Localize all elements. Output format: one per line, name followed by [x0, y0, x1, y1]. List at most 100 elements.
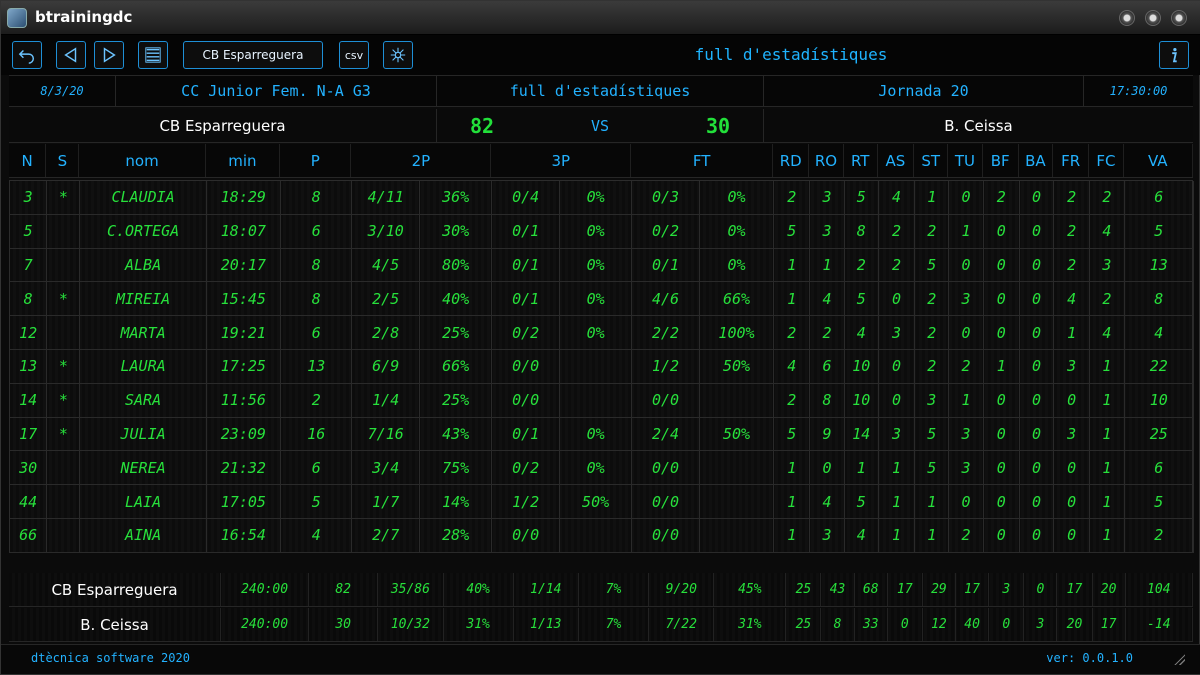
column-header-3p[interactable]: 3P — [491, 144, 632, 177]
table-row[interactable]: 13 * LAURA 17:25 13 6/9 66% 0/0 1/2 50% 4 6 10 0 2 2 1 0 3… — [10, 349, 1195, 384]
match-time: 17:30:00 — [1109, 84, 1168, 98]
table-cell: 8 — [281, 181, 353, 214]
totals-cell: 10/32 — [378, 608, 444, 641]
table-cell: 11:56 — [207, 383, 282, 417]
totals-cell: 0 — [989, 608, 1025, 641]
table-row[interactable]: 8 * MIREIA 15:45 8 2/5 40% 0/1 0% 4/6 66% 1 4 5 0 2 3 0 0 4… — [10, 282, 1195, 317]
column-header-st[interactable]: ST — [914, 144, 949, 177]
table-cell: 0 — [984, 451, 1020, 485]
totals-cell: 9/20 — [649, 573, 715, 606]
next-button[interactable] — [94, 41, 124, 69]
table-cell — [47, 316, 81, 349]
close-button[interactable] — [1171, 10, 1187, 26]
title-bar[interactable]: btrainingdc — [1, 1, 1200, 35]
table-cell: 1 — [879, 451, 916, 485]
player-stats-table[interactable]: 3 * CLAUDIA 18:29 8 4/11 36% 0/4 0% 0/3 0% 2 3 5 4 1 0 2 0… — [9, 180, 1195, 553]
table-cell: 0/0 — [632, 451, 700, 485]
column-header-as[interactable]: AS — [878, 144, 915, 177]
table-row[interactable]: 3 * CLAUDIA 18:29 8 4/11 36% 0/4 0% 0/3 0% 2 3 5 4 1 0 2 0… — [10, 181, 1195, 215]
totals-cell: 104 — [1126, 573, 1193, 606]
table-cell: 6 — [281, 451, 353, 485]
table-row[interactable]: 30 NEREA 21:32 6 3/4 75% 0/2 0% 0/0 1 0 1 1 5 3 0 0 0 1 6 — [10, 451, 1195, 486]
totals-cell: 33 — [855, 608, 888, 641]
table-row[interactable]: 7 ALBA 20:17 8 4/5 80% 0/1 0% 0/1 0% 1 1 2 2 5 0 0 0 2 3 13 — [10, 248, 1195, 283]
table-row[interactable]: 66 AINA 16:54 4 2/7 28% 0/0 0/0 1 3 4 1 1 2 0 0 0 1 2 — [10, 518, 1195, 553]
table-cell: 0/0 — [492, 518, 560, 552]
table-cell: 0 — [879, 383, 916, 417]
table-cell: 6 — [1125, 451, 1195, 485]
credits-label: dtècnica software 2020 — [31, 651, 190, 665]
table-cell: 4/5 — [352, 248, 420, 282]
table-cell: MARTA — [80, 316, 207, 349]
column-header-tu[interactable]: TU — [948, 144, 983, 177]
totals-cell: 1/13 — [514, 608, 579, 641]
table-cell: 0 — [1020, 214, 1055, 248]
table-cell: 4 — [774, 349, 811, 383]
totals-cell: 31% — [444, 608, 514, 641]
table-cell: 25 — [1125, 417, 1195, 451]
table-cell: 0 — [879, 282, 916, 316]
table-row[interactable]: 44 LAIA 17:05 5 1/7 14% 1/2 50% 0/0 1 4 5 1 1 0 0 0 0 1 5 — [10, 485, 1195, 519]
column-header-nom[interactable]: nom — [79, 144, 206, 177]
info-button[interactable] — [1159, 41, 1189, 69]
app-icon — [7, 8, 27, 28]
table-row[interactable]: 5 C.ORTEGA 18:07 6 3/10 30% 0/1 0% 0/2 0% 5 3 8 2 2 1 0 0… — [10, 214, 1195, 249]
list-button[interactable] — [138, 41, 168, 69]
table-cell: LAIA — [80, 485, 207, 518]
column-header-bf[interactable]: BF — [983, 144, 1019, 177]
table-cell: 6 — [281, 316, 353, 349]
prev-button[interactable] — [56, 41, 86, 69]
table-cell: 8 — [10, 282, 48, 316]
column-header-va[interactable]: VA — [1124, 144, 1193, 177]
column-header-fr[interactable]: FR — [1053, 144, 1090, 177]
table-cell: 0/3 — [632, 181, 700, 214]
table-row[interactable]: 14 * SARA 11:56 2 1/4 25% 0/0 0/0 2 8 10 0 3 1 0 0 0 1 10 — [10, 383, 1195, 418]
column-header-ba[interactable]: BA — [1019, 144, 1054, 177]
table-cell: 4 — [810, 282, 845, 316]
column-header-rd[interactable]: RD — [773, 144, 810, 177]
column-header-n[interactable]: N — [9, 144, 47, 177]
table-cell: 0/1 — [492, 214, 560, 248]
table-cell: 1 — [810, 248, 845, 282]
maximize-button[interactable] — [1145, 10, 1161, 26]
table-cell — [560, 383, 633, 417]
table-row[interactable]: 12 MARTA 19:21 6 2/8 25% 0/2 0% 2/2 100% 2 2 4 3 2 0 0 0 1… — [10, 316, 1195, 350]
table-cell: LAURA — [80, 349, 207, 383]
table-cell: 2 — [879, 248, 916, 282]
vs-label: VS — [590, 116, 610, 135]
team-select-button[interactable]: CB Esparreguera — [183, 41, 323, 69]
home-totals-row: CB Esparreguera 240:00 82 35/86 40% 1/14 7% 9/2… — [9, 573, 1193, 607]
table-cell: 2 — [845, 248, 879, 282]
table-cell — [47, 485, 81, 518]
table-cell: 43% — [420, 417, 493, 451]
totals-team-name: CB Esparreguera — [9, 573, 222, 606]
team-select-label: CB Esparreguera — [202, 48, 304, 62]
column-header-min[interactable]: min — [206, 144, 281, 177]
column-header-ft[interactable]: FT — [631, 144, 774, 177]
resize-grip[interactable] — [1173, 653, 1185, 665]
column-header-p[interactable]: P — [280, 144, 352, 177]
table-cell: 1 — [1090, 485, 1125, 518]
table-cell: 5 — [915, 417, 950, 451]
table-cell: 25% — [420, 383, 493, 417]
csv-button[interactable]: csv — [339, 41, 369, 69]
table-cell: 5 — [774, 417, 811, 451]
column-header-2p[interactable]: 2P — [351, 144, 492, 177]
table-cell: MIREIA — [80, 282, 207, 316]
table-row[interactable]: 17 * JULIA 23:09 16 7/16 43% 0/1 0% 2/4 50% 5 9 14 3 5 3… — [10, 417, 1195, 452]
undo-button[interactable] — [12, 41, 42, 69]
table-cell: 4 — [1125, 316, 1195, 349]
column-header-fc[interactable]: FC — [1089, 144, 1124, 177]
table-cell: 23:09 — [207, 417, 282, 451]
network-button[interactable] — [383, 41, 413, 69]
table-cell: 2/4 — [632, 417, 700, 451]
totals-cell: 45% — [714, 573, 787, 606]
table-cell: 0/0 — [492, 383, 560, 417]
minimize-button[interactable] — [1119, 10, 1135, 26]
column-header-ro[interactable]: RO — [809, 144, 844, 177]
csv-label: csv — [344, 48, 364, 62]
table-cell: 0/2 — [632, 214, 700, 248]
column-header-s[interactable]: S — [46, 144, 80, 177]
column-header-rt[interactable]: RT — [844, 144, 878, 177]
table-cell: 6/9 — [352, 349, 420, 383]
